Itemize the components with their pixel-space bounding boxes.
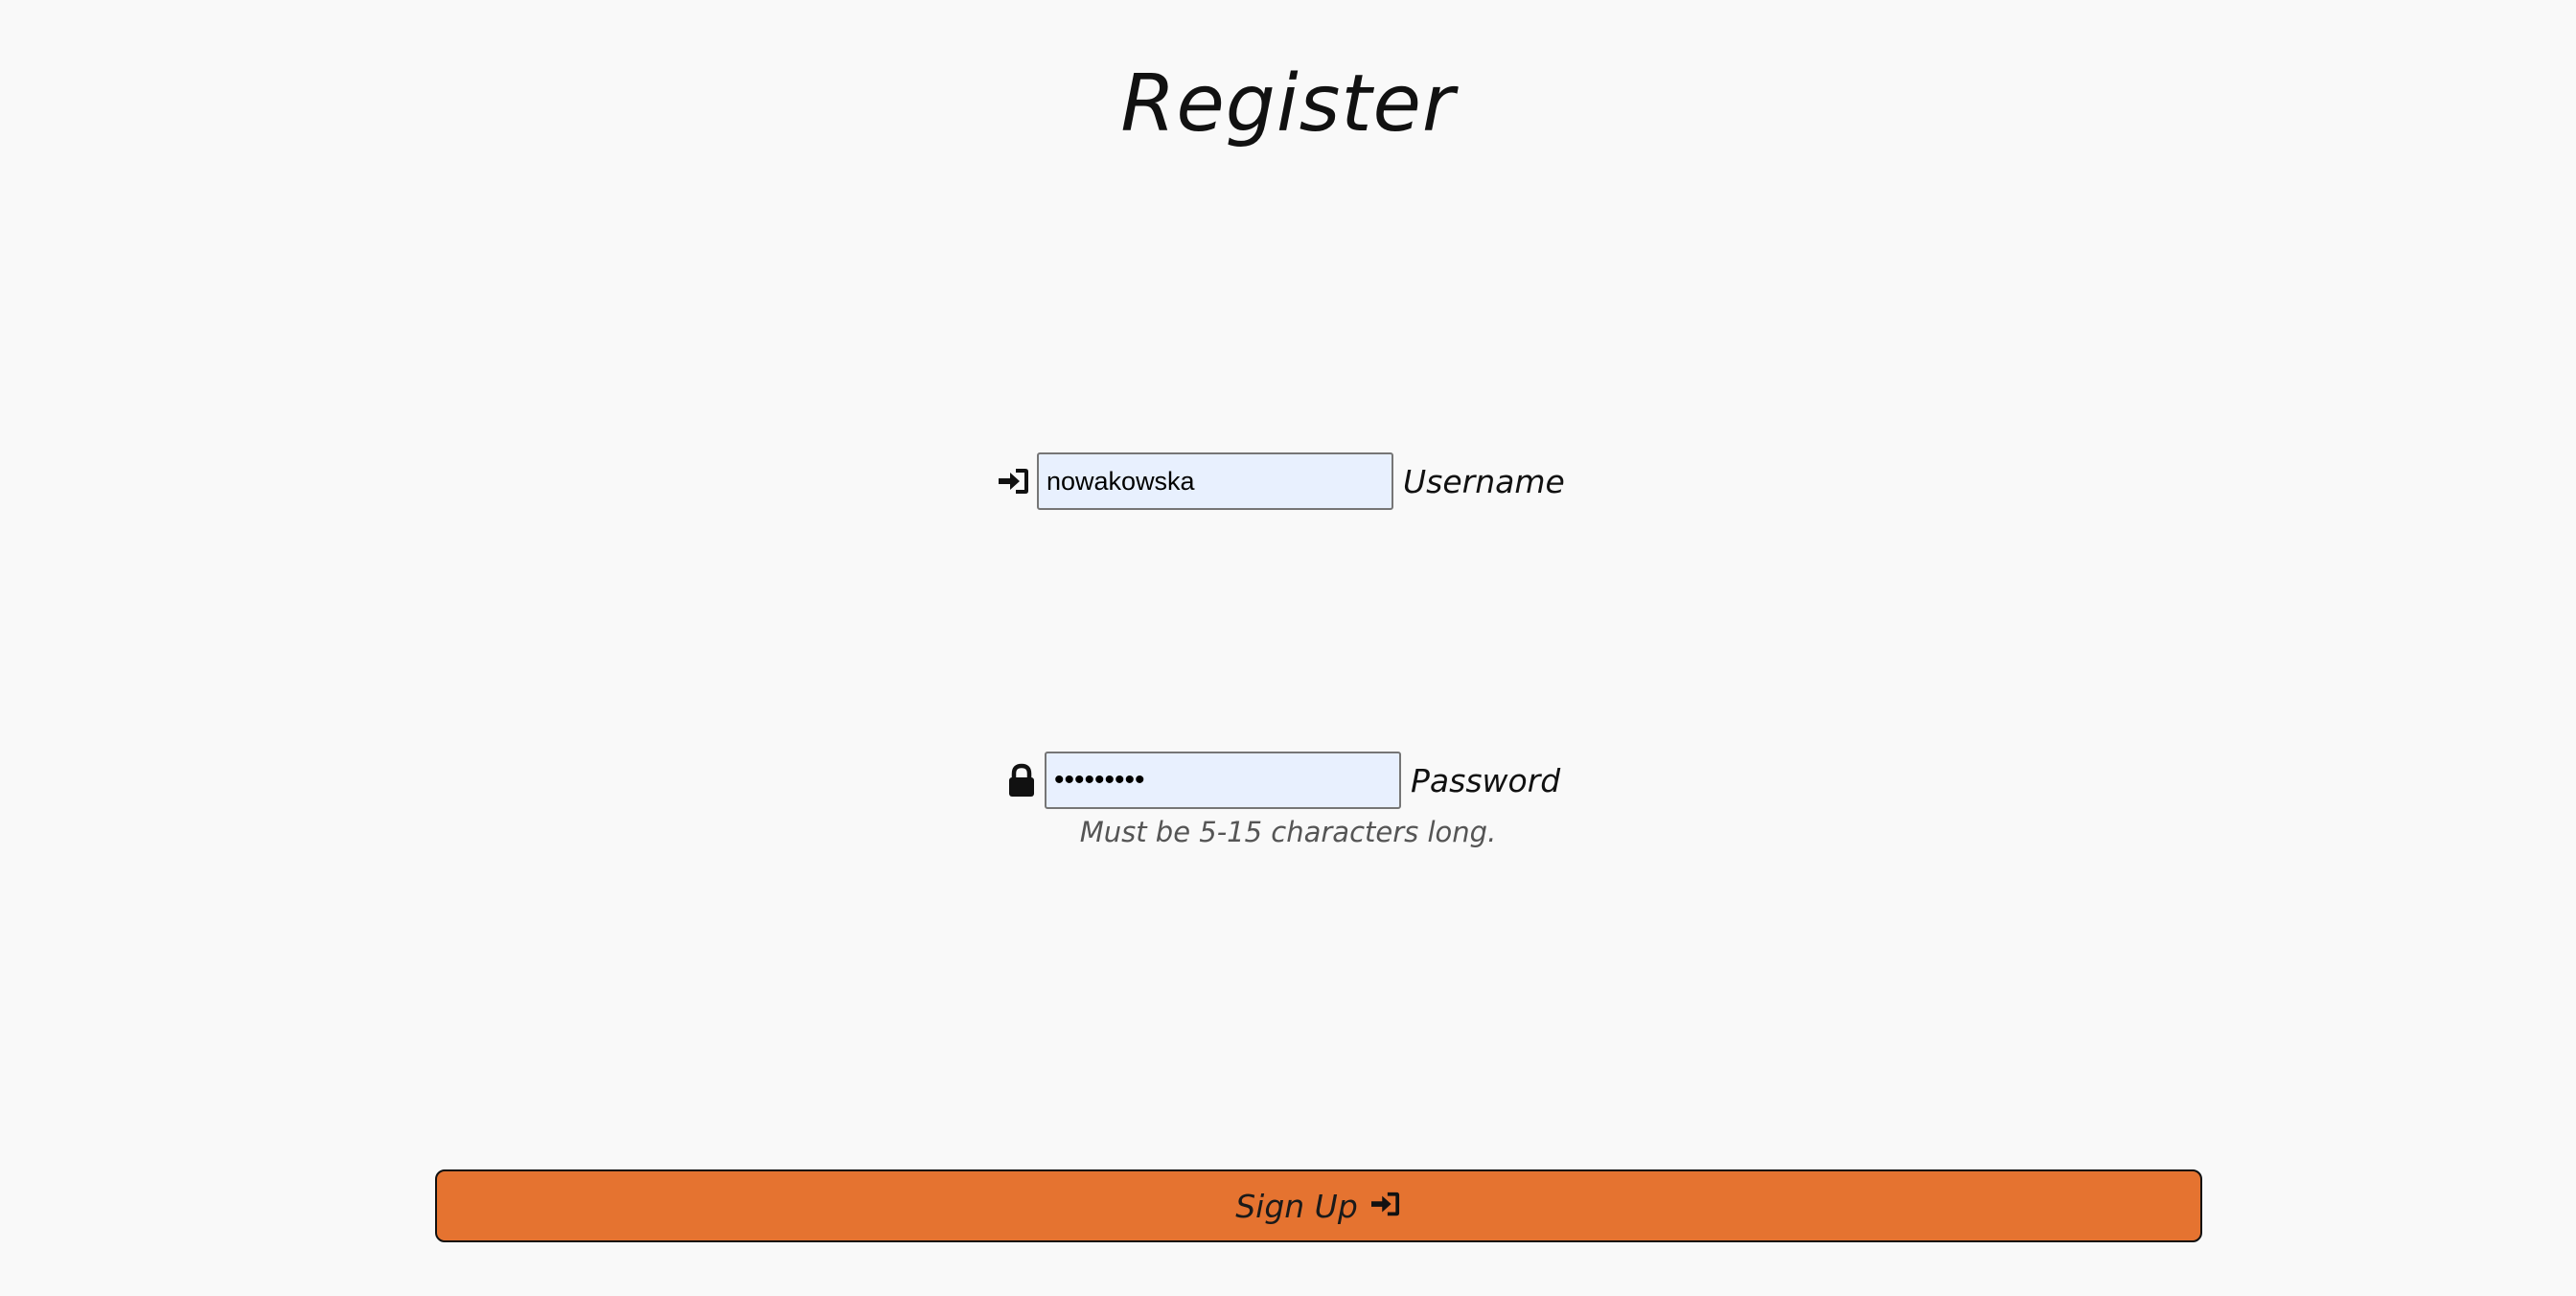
lock-icon — [1002, 761, 1041, 799]
page-title: Register — [1120, 58, 1456, 150]
sign-up-label: Sign Up — [1235, 1187, 1358, 1225]
password-row: Password — [1002, 752, 1560, 809]
username-row: Username — [995, 452, 1565, 510]
sign-in-icon — [1369, 1190, 1402, 1222]
username-label: Username — [1403, 462, 1565, 500]
password-hint: Must be 5-15 characters long. — [1079, 816, 1497, 848]
sign-up-button[interactable]: Sign Up — [435, 1169, 2202, 1242]
sign-in-icon — [995, 462, 1033, 500]
password-label: Password — [1411, 761, 1561, 799]
password-input[interactable] — [1045, 752, 1401, 809]
username-input[interactable] — [1037, 452, 1393, 510]
